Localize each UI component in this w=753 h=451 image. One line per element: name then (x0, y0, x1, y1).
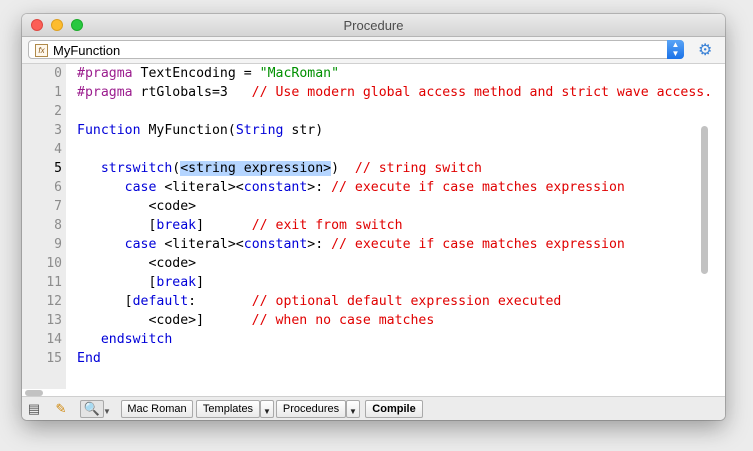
code-text: <literal>< (156, 180, 244, 195)
code-line-11: [break] (77, 275, 204, 290)
code-text: TextEncoding = (132, 66, 260, 81)
line-number: 11 (46, 275, 62, 290)
keyword: constant (243, 180, 308, 195)
line-number: 12 (46, 294, 62, 309)
code-line-13: <code>] // when no case matches (77, 313, 434, 328)
code-line-7: <code> (77, 199, 196, 214)
code-text: >: (307, 237, 332, 252)
templates-dropdown-icon[interactable]: ▼ (260, 400, 274, 418)
document-icon[interactable]: ▤ (25, 401, 43, 417)
code-editor[interactable]: 0 1 2 3 4 5 6 7 8 9 10 11 12 13 14 15 #p… (22, 64, 712, 389)
code-line-15: End (77, 351, 101, 366)
keyword: endswitch (77, 332, 173, 347)
comment: // execute if case matches expression (331, 237, 625, 252)
popup-stepper-icon[interactable]: ▲ ▼ (667, 40, 684, 59)
line-number: 4 (54, 142, 62, 157)
keyword: case (77, 180, 157, 195)
code-text: ] (196, 275, 205, 290)
keyword: End (77, 351, 101, 366)
stepper-up-icon: ▲ (671, 40, 680, 49)
keyword: String (235, 123, 284, 138)
code-line-1: #pragma rtGlobals=3 // Use modern global… (77, 85, 712, 100)
string-literal: "MacRoman" (259, 66, 340, 81)
code-line-6: case <literal><constant>: // execute if … (77, 180, 625, 195)
magnifier-icon[interactable]: 🔍 (80, 400, 104, 418)
comment: // execute if case matches expression (331, 180, 625, 195)
title-bar[interactable]: Procedure (22, 14, 725, 37)
line-number: 9 (54, 237, 62, 252)
keyword: constant (243, 237, 308, 252)
function-popup-label: MyFunction (53, 43, 121, 58)
keyword: default (132, 294, 189, 309)
code-text: [ (77, 275, 157, 290)
comment: // exit from switch (251, 218, 403, 233)
comment: // string switch (354, 161, 482, 176)
selected-text[interactable]: <string expression> (180, 161, 332, 176)
procedure-window: Procedure fx MyFunction ▲ ▼ ⚙ 0 1 2 3 4 … (22, 14, 725, 420)
code-text: str) (283, 123, 324, 138)
keyword: case (77, 237, 157, 252)
line-number: 14 (46, 332, 62, 347)
line-number: 6 (54, 180, 62, 195)
vertical-scrollbar[interactable] (701, 126, 708, 274)
line-number: 13 (46, 313, 62, 328)
keyword: break (156, 275, 197, 290)
code-text: <literal>< (156, 237, 244, 252)
code-text: <code> (77, 199, 197, 214)
pragma-keyword: #pragma (77, 85, 133, 100)
window-title: Procedure (343, 18, 404, 33)
code-line-9: case <literal><constant>: // execute if … (77, 237, 625, 252)
keyword: break (156, 218, 197, 233)
encoding-button[interactable]: Mac Roman (121, 400, 193, 418)
code-text: rtGlobals=3 (132, 85, 252, 100)
code-line-8: [break] // exit from switch (77, 218, 403, 233)
line-number: 1 (54, 85, 62, 100)
line-number-current: 5 (54, 161, 62, 176)
code-text: <code>] (77, 313, 252, 328)
code-line-10: <code> (77, 256, 196, 271)
keyword: strswitch (77, 161, 173, 176)
code-line-3: Function MyFunction(String str) (77, 123, 323, 138)
code-line-0: #pragma TextEncoding = "MacRoman" (77, 66, 339, 81)
templates-button[interactable]: Templates (196, 400, 260, 418)
magnifier-dropdown-icon[interactable]: ▼ (102, 404, 112, 420)
line-number: 10 (46, 256, 62, 271)
line-number: 15 (46, 351, 62, 366)
pencil-icon[interactable]: ✎ (52, 401, 70, 417)
line-number: 0 (54, 66, 62, 81)
comment: // Use modern global access method and s… (251, 85, 713, 100)
procedures-dropdown-icon[interactable]: ▼ (346, 400, 360, 418)
gear-icon[interactable]: ⚙ (698, 40, 712, 60)
code-text: MyFunction( (140, 123, 236, 138)
line-number: 8 (54, 218, 62, 233)
fx-icon: fx (35, 44, 48, 57)
code-line-14: endswitch (77, 332, 172, 347)
line-number: 3 (54, 123, 62, 138)
code-text: <code> (77, 256, 197, 271)
code-text: : (188, 294, 252, 309)
code-text: [ (77, 218, 157, 233)
line-number: 2 (54, 104, 62, 119)
code-line-12: [default: // optional default expression… (77, 294, 562, 309)
comment: // optional default expression executed (251, 294, 562, 309)
code-text: ] (196, 218, 252, 233)
code-line-5: strswitch(<string expression>) // string… (77, 161, 482, 176)
line-number: 7 (54, 199, 62, 214)
procedures-button[interactable]: Procedures (276, 400, 346, 418)
code-text: [ (77, 294, 133, 309)
pragma-keyword: #pragma (77, 66, 133, 81)
function-bar: fx MyFunction ▲ ▼ ⚙ (22, 37, 725, 64)
compile-button[interactable]: Compile (365, 400, 423, 418)
stepper-down-icon: ▼ (671, 49, 680, 58)
line-number-gutter: 0 1 2 3 4 5 6 7 8 9 10 11 12 13 14 15 (22, 64, 66, 389)
function-popup[interactable]: fx MyFunction ▲ ▼ (28, 40, 684, 59)
code-text: ) (331, 161, 355, 176)
bottom-toolbar: ▤ ✎ 🔍 ▼ Mac Roman Templates ▼ Procedures… (22, 396, 725, 420)
comment: // when no case matches (251, 313, 435, 328)
code-text: >: (307, 180, 332, 195)
keyword: Function (77, 123, 141, 138)
